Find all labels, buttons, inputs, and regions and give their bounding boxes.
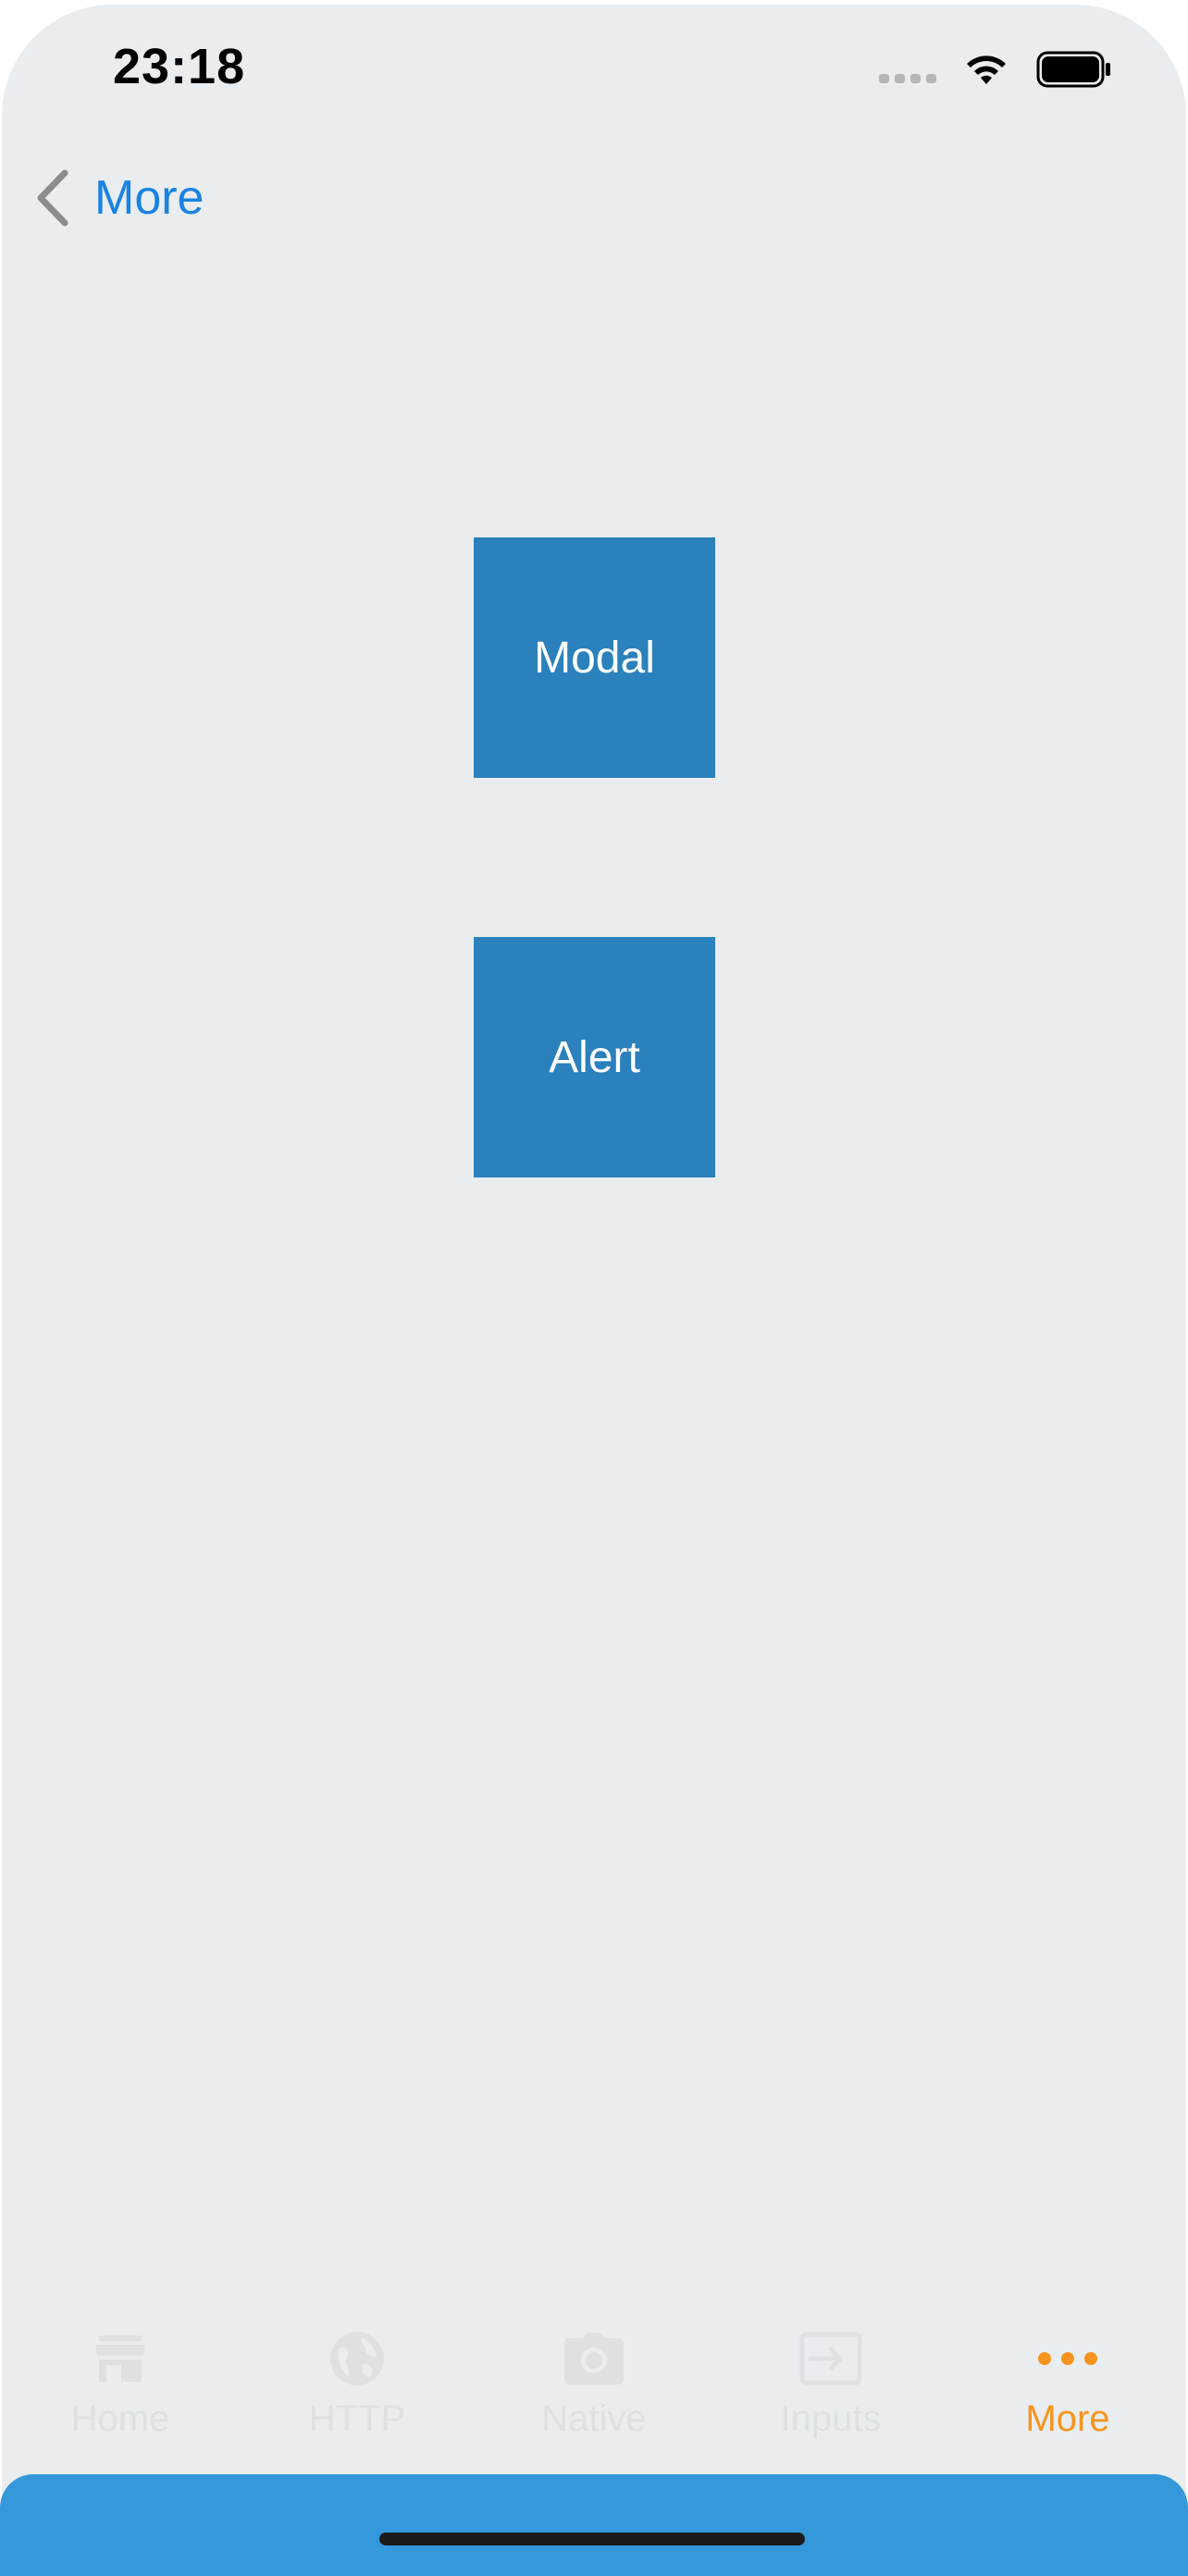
status-time: 23:18: [113, 39, 246, 94]
tab-http-label: HTTP: [308, 2398, 406, 2439]
home-indicator[interactable]: [379, 2533, 805, 2545]
input-icon: [799, 2332, 862, 2385]
tab-home-label: Home: [70, 2398, 170, 2439]
tab-native[interactable]: Native: [476, 2326, 712, 2474]
bottom-panel: [0, 2474, 1188, 2576]
tab-home[interactable]: Home: [2, 2326, 239, 2474]
wifi-icon: [967, 55, 1006, 84]
tab-bar: Home HTTP Native Inputs More: [2, 2326, 1186, 2474]
status-icons: [879, 51, 1112, 88]
battery-icon: [1036, 51, 1110, 88]
tab-more-label: More: [1025, 2398, 1110, 2439]
navigation-bar: More: [2, 153, 1186, 245]
modal-button[interactable]: Modal: [474, 537, 715, 778]
tab-inputs-label: Inputs: [780, 2398, 882, 2439]
cellular-signal-icon: [879, 74, 936, 83]
tab-native-label: Native: [541, 2398, 647, 2439]
camera-icon: [564, 2333, 624, 2385]
store-icon: [95, 2336, 145, 2382]
app-screen: 23:18 More Modal Alert Home HTTP Native …: [2, 5, 1186, 2570]
back-button-label: More: [94, 171, 204, 225]
status-bar: 23:18: [2, 5, 1186, 134]
globe-icon: [330, 2332, 384, 2385]
more-dots-icon: [1038, 2352, 1097, 2365]
back-button[interactable]: More: [33, 169, 204, 227]
tab-http[interactable]: HTTP: [239, 2326, 476, 2474]
chevron-left-icon: [37, 169, 68, 227]
alert-button[interactable]: Alert: [474, 937, 715, 1177]
tab-more[interactable]: More: [949, 2326, 1186, 2474]
tab-inputs[interactable]: Inputs: [712, 2326, 949, 2474]
